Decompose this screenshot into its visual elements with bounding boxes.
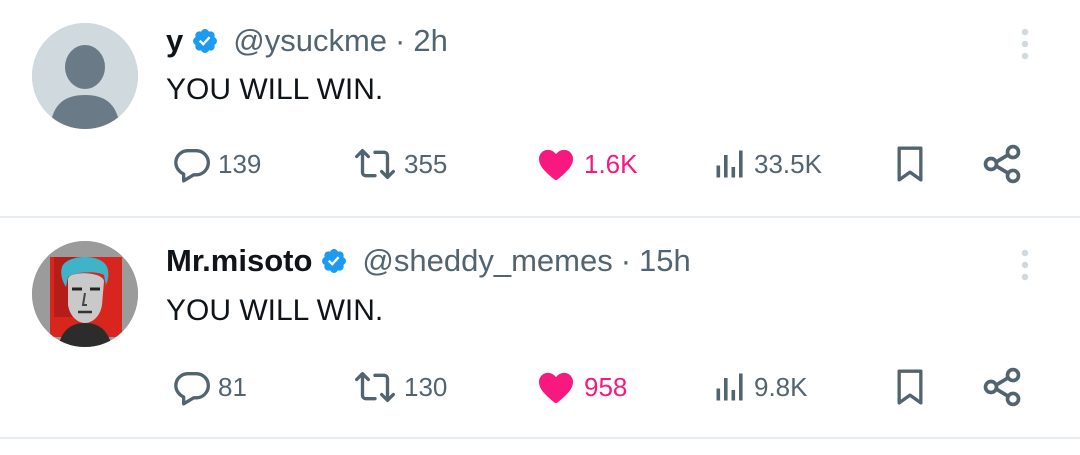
retweet-button[interactable]: 355 (352, 142, 447, 186)
comment-bubble-icon (174, 372, 210, 406)
display-name[interactable]: y (166, 23, 183, 59)
heart-filled-icon (539, 372, 573, 403)
like-button[interactable]: 958 (536, 365, 627, 409)
tweet-text: YOU WILL WIN. (166, 294, 384, 327)
tweet-1[interactable]: y @ysuckme · 2h YOU WILL WIN. 139 355 1.… (0, 0, 1080, 217)
verified-badge-icon (193, 29, 218, 53)
bookmark-icon (897, 146, 923, 182)
divider (0, 216, 1080, 218)
views-count: 9.8K (754, 371, 808, 402)
share-icon (983, 367, 1021, 407)
bar-chart-icon (716, 150, 743, 178)
reply-count: 139 (218, 148, 262, 179)
bookmark-icon (897, 369, 923, 405)
user-handle[interactable]: @ysuckme (233, 23, 387, 59)
more-options-button[interactable] (1012, 245, 1038, 285)
retweet-count: 355 (404, 148, 448, 179)
bookmark-button[interactable] (890, 142, 930, 186)
views-button[interactable]: 33.5K (712, 142, 822, 186)
retweet-button[interactable]: 130 (352, 365, 447, 409)
avatar[interactable] (32, 241, 138, 347)
views-count: 33.5K (754, 148, 822, 179)
like-button[interactable]: 1.6K (536, 142, 638, 186)
tweet-header: Mr.misoto @sheddy_memes · 15h (166, 241, 691, 281)
retweet-icon (354, 372, 395, 402)
timestamp[interactable]: 2h (413, 23, 447, 59)
reply-button[interactable]: 81 (172, 365, 247, 409)
tweet-2[interactable]: Mr.misoto @sheddy_memes · 15h YOU WILL W… (0, 219, 1080, 437)
heart-filled-icon (539, 149, 573, 180)
retweet-count: 130 (404, 371, 448, 402)
like-count: 1.6K (584, 148, 638, 179)
reply-count: 81 (218, 371, 247, 402)
separator-dot: · (620, 243, 632, 278)
divider (0, 437, 1080, 439)
share-button[interactable] (980, 142, 1024, 186)
share-button[interactable] (980, 365, 1024, 409)
tweet-actions: 139 355 1.6K 33.5K (0, 142, 1080, 186)
display-name[interactable]: Mr.misoto (166, 243, 312, 279)
tweet-actions: 81 130 958 9.8K (0, 365, 1080, 409)
views-button[interactable]: 9.8K (712, 365, 808, 409)
tweet-header: y @ysuckme · 2h (166, 21, 448, 61)
portrait-avatar-image (32, 241, 138, 347)
verified-badge-icon (322, 249, 347, 273)
separator-dot: · (395, 23, 406, 58)
share-icon (983, 144, 1021, 184)
comment-bubble-icon (174, 149, 210, 183)
user-handle[interactable]: @sheddy_memes (362, 243, 612, 279)
reply-button[interactable]: 139 (172, 142, 261, 186)
timestamp[interactable]: 15h (639, 243, 691, 279)
like-count: 958 (584, 371, 628, 402)
default-avatar-icon (32, 23, 138, 129)
avatar[interactable] (32, 23, 138, 129)
bar-chart-icon (716, 373, 743, 401)
bookmark-button[interactable] (890, 365, 930, 409)
retweet-icon (354, 149, 395, 179)
tweet-text: YOU WILL WIN. (166, 73, 384, 106)
more-options-button[interactable] (1012, 24, 1038, 64)
more-vertical-icon (1021, 28, 1029, 60)
more-vertical-icon (1021, 249, 1029, 281)
